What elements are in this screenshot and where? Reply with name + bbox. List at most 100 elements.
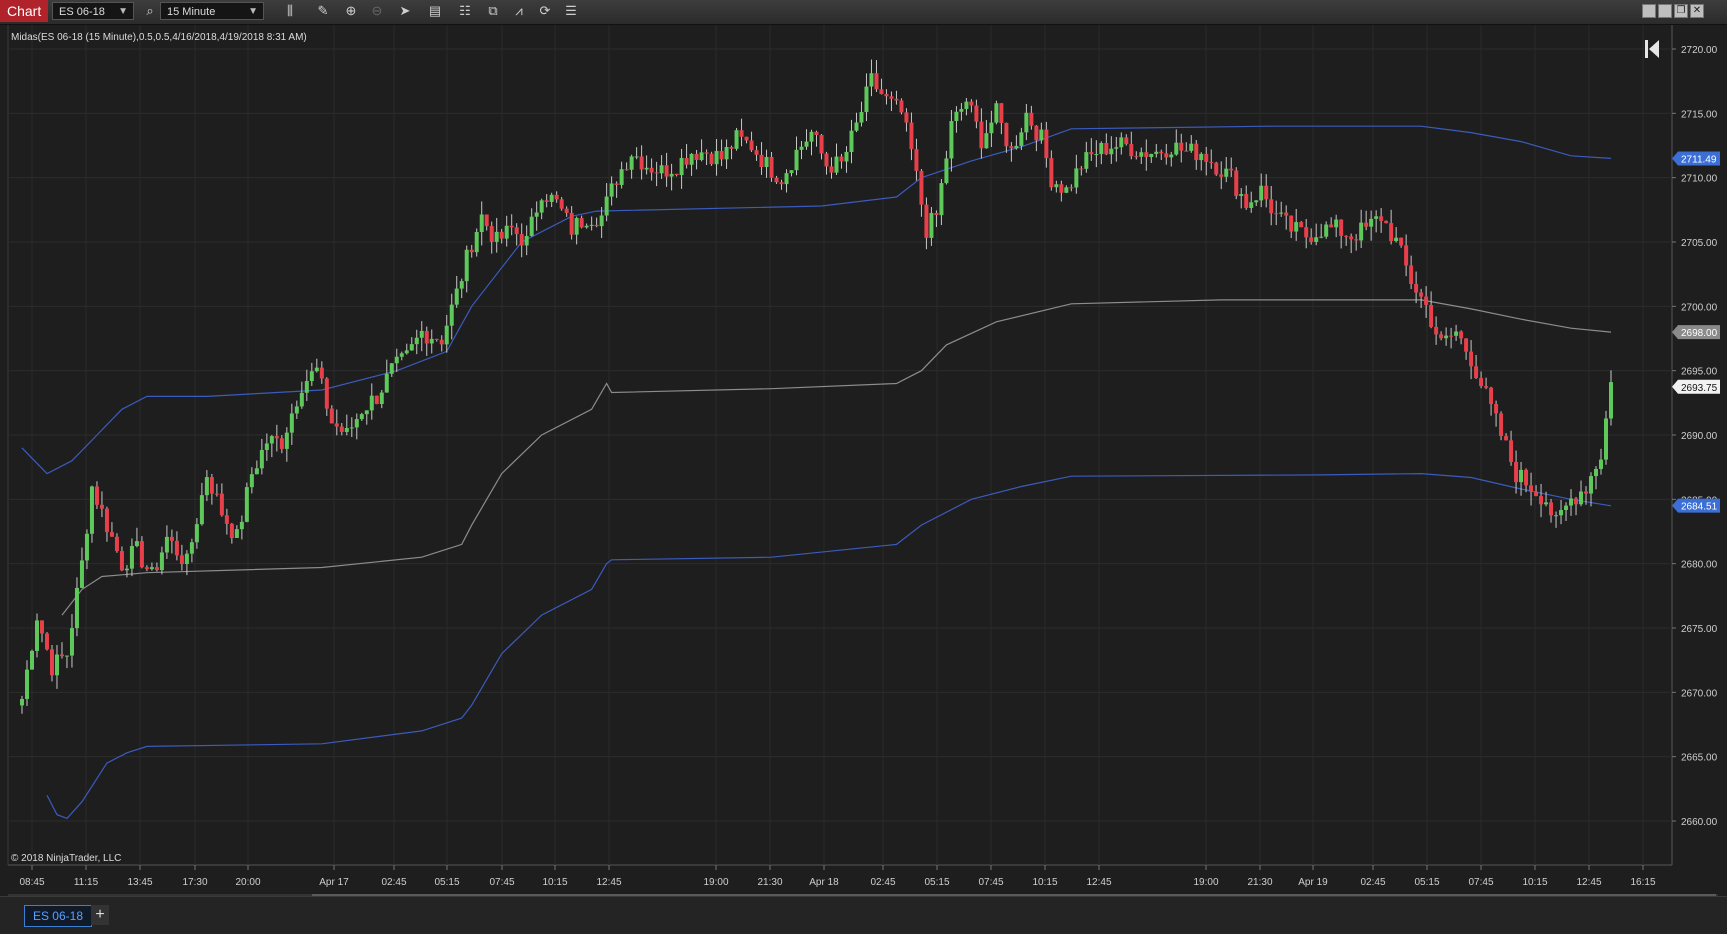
candle-up — [314, 367, 319, 372]
candle-up — [454, 288, 459, 305]
zoom-in-icon[interactable]: ⊕ — [342, 2, 360, 20]
candle-up — [669, 173, 674, 177]
candle-down — [1389, 223, 1394, 242]
y-tick-label: 2670.00 — [1681, 688, 1718, 699]
restore-icon[interactable]: ❐ — [1674, 4, 1688, 18]
x-tick-label: Apr 19 — [1298, 877, 1328, 888]
minimize-icon[interactable] — [1642, 4, 1656, 18]
candle-up — [1064, 187, 1069, 193]
data-box-icon[interactable]: ☷ — [456, 2, 474, 20]
candle-up — [1569, 498, 1574, 506]
pointer-icon[interactable]: ➤ — [396, 2, 414, 20]
candle-down — [1069, 187, 1074, 189]
candle-down — [884, 94, 889, 97]
drawing-tools-icon[interactable]: ⩘ — [510, 2, 528, 20]
candle-down — [1029, 112, 1034, 126]
candle-down — [709, 153, 714, 165]
add-tab-button[interactable]: + — [91, 905, 109, 925]
candle-up — [504, 225, 509, 239]
candle-down — [1534, 491, 1539, 497]
candle-down — [49, 649, 54, 676]
x-tick-label: 07:45 — [978, 877, 1003, 888]
candle-down — [1134, 156, 1139, 158]
candle-up — [344, 428, 349, 432]
x-tick-label: 10:15 — [1032, 877, 1057, 888]
candle-up — [1094, 154, 1099, 156]
candle-down — [1339, 219, 1344, 236]
candle-down — [1524, 469, 1529, 486]
candle-up — [1174, 142, 1179, 155]
price-chart[interactable]: 2660.002665.002670.002675.002680.002685.… — [0, 25, 1727, 896]
candle-down — [44, 633, 49, 650]
candle-down — [144, 567, 149, 570]
candle-up — [1544, 502, 1549, 505]
candle-up — [1199, 153, 1204, 161]
y-tick-label: 2695.00 — [1681, 367, 1718, 378]
chevron-down-icon: ▼ — [248, 6, 258, 17]
candle-down — [1304, 227, 1309, 238]
x-tick-label: 17:30 — [182, 877, 207, 888]
candle-up — [789, 170, 794, 174]
candle-up — [1579, 491, 1584, 505]
interval-selector[interactable]: 15 Minute ▼ — [160, 2, 264, 20]
candle-down — [1044, 129, 1049, 159]
candle-up — [364, 410, 369, 415]
close-icon[interactable]: ✕ — [1690, 4, 1704, 18]
tab-instrument[interactable]: ES 06-18 — [24, 905, 92, 927]
window-title[interactable]: Chart — [0, 0, 49, 22]
candle-down — [894, 98, 899, 101]
candle-up — [964, 101, 969, 109]
zoom-out-icon[interactable]: ⊖ — [368, 2, 386, 20]
x-tick-label: 13:45 — [127, 877, 152, 888]
candle-down — [499, 231, 504, 239]
candle-up — [494, 231, 499, 242]
chart-toolbar: Chart ES 06-18 ▼ ⌕ 15 Minute ▼ ⫼ ✎ ⊕ ⊖ ➤… — [0, 0, 1727, 25]
bar-type-icon[interactable]: ⫼ — [281, 2, 299, 20]
indicator-list-icon[interactable]: ☰ — [562, 2, 580, 20]
candle-up — [1314, 237, 1319, 242]
x-tick-label: 02:45 — [381, 877, 406, 888]
candle-down — [779, 182, 784, 185]
properties-icon[interactable]: ▤ — [426, 2, 444, 20]
candle-up — [1519, 469, 1524, 483]
candle-up — [994, 103, 999, 123]
candle-down — [614, 183, 619, 185]
candle-down — [1384, 220, 1389, 224]
candle-down — [694, 153, 699, 160]
candle-up — [309, 371, 314, 382]
candle-up — [464, 249, 469, 282]
candle-up — [1394, 237, 1399, 242]
search-icon[interactable]: ⌕ — [141, 2, 159, 20]
candle-down — [109, 532, 114, 537]
candle-up — [619, 169, 624, 185]
candle-up — [939, 183, 944, 216]
reload-icon[interactable]: ⟳ — [536, 2, 554, 20]
candle-up — [1454, 331, 1459, 336]
price-tag-label: 2711.49 — [1681, 154, 1717, 165]
candle-down — [119, 551, 124, 571]
candle-up — [629, 156, 634, 170]
candle-up — [1254, 200, 1259, 203]
x-tick-label: Apr 18 — [809, 877, 839, 888]
instrument-selector[interactable]: ES 06-18 ▼ — [52, 2, 134, 20]
candle-up — [1564, 505, 1569, 511]
price-tag-label: 2693.75 — [1681, 383, 1718, 394]
x-tick-label: 12:45 — [1576, 877, 1601, 888]
maximize-icon[interactable] — [1658, 4, 1672, 18]
candle-down — [1229, 168, 1234, 171]
candle-up — [1249, 202, 1254, 208]
candle-up — [29, 650, 34, 670]
candle-down — [649, 167, 654, 173]
candle-down — [1269, 199, 1274, 214]
candle-down — [1344, 235, 1349, 237]
candle-up — [1369, 218, 1374, 227]
candle-up — [1039, 129, 1044, 141]
candle-up — [1149, 153, 1154, 158]
candle-up — [149, 567, 154, 570]
pencil-icon[interactable]: ✎ — [314, 2, 332, 20]
candle-up — [1279, 212, 1284, 214]
candle-up — [959, 108, 964, 112]
strategies-icon[interactable]: ⧉ — [484, 2, 502, 20]
candle-down — [544, 200, 549, 202]
candle-up — [549, 194, 554, 202]
